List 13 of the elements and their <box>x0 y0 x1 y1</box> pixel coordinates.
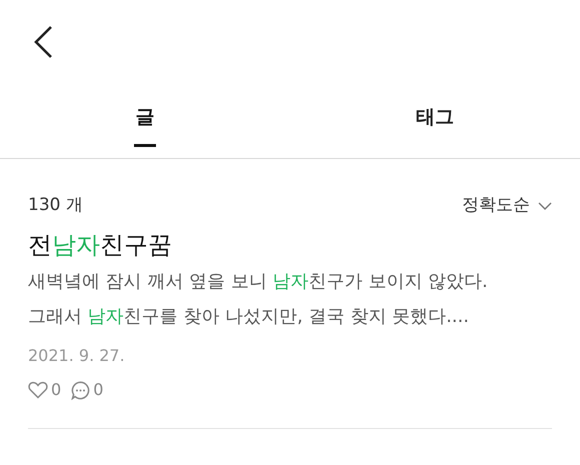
chevron-down-icon <box>538 202 552 210</box>
sort-dropdown[interactable]: 정확도순 <box>462 192 552 218</box>
post-title[interactable]: 전 남자친구꿈 <box>28 230 552 260</box>
back-icon[interactable] <box>32 25 54 59</box>
comment-icon <box>71 380 90 400</box>
result-count: 130 개 <box>28 194 83 217</box>
heart-icon <box>28 381 48 399</box>
post-date: 2021. 9. 27. <box>28 345 126 367</box>
tab[interactable]: 글 <box>0 86 290 158</box>
tab[interactable]: 태그 <box>290 86 580 158</box>
post-excerpt: 새벽녘에 잠시 깨서 옆을 보니 남자친구가 보이지 않았다. 그래서 남자친구를 찾아 나섰지만, 결국 찾지 못했다.... <box>28 270 489 329</box>
like-count: 0 <box>51 379 62 401</box>
comment-count: 0 <box>93 379 104 401</box>
